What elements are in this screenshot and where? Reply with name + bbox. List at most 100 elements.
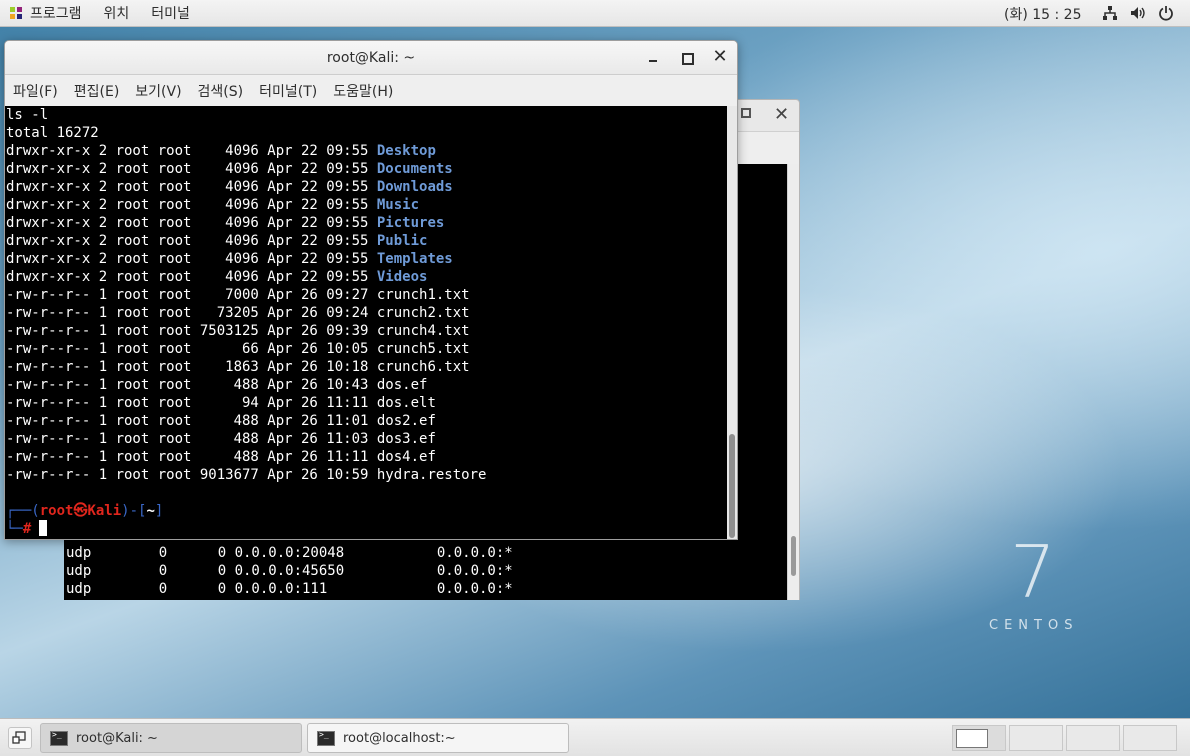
entry-metadata: -rw-r--r-- 1 root root 66 Apr 26 10:05 [6, 341, 377, 357]
directory-entry: drwxr-xr-x 2 root root 4096 Apr 22 09:55… [6, 196, 419, 214]
places-label: 위치 [103, 6, 130, 22]
entry-metadata: -rw-r--r-- 1 root root 1863 Apr 26 10:18 [6, 359, 377, 375]
show-desktop-icon [12, 731, 26, 744]
file-name: hydra.restore [376, 467, 487, 483]
directory-entry: drwxr-xr-x 2 root root 4096 Apr 22 09:55… [6, 160, 453, 178]
taskbar-item-kali-terminal[interactable]: root@Kali: ~ [40, 723, 302, 753]
directory-name: Pictures [376, 215, 445, 231]
background-scrollbar-thumb[interactable] [791, 536, 796, 576]
directory-entry: drwxr-xr-x 2 root root 4096 Apr 22 09:55… [6, 232, 427, 250]
directory-name: Desktop [376, 143, 436, 159]
terminal-total-line: total 16272 [6, 125, 99, 141]
entry-metadata: drwxr-xr-x 2 root root 4096 Apr 22 09:55 [6, 161, 377, 177]
background-terminal-line: udp 0 0 0.0.0.0:20048 0.0.0.0:* [66, 545, 513, 561]
menu-help[interactable]: 도움말(H) [329, 81, 397, 101]
directory-name: Documents [376, 161, 453, 177]
file-entry: -rw-r--r-- 1 root root 488 Apr 26 11:11 … [6, 448, 436, 466]
directory-entry: drwxr-xr-x 2 root root 4096 Apr 22 09:55… [6, 178, 453, 196]
entry-metadata: -rw-r--r-- 1 root root 7503125 Apr 26 09… [6, 323, 377, 339]
file-name: dos.ef [376, 377, 428, 393]
directory-entry: drwxr-xr-x 2 root root 4096 Apr 22 09:55… [6, 250, 453, 268]
file-name: dos2.ef [376, 413, 436, 429]
prompt-frame-close: ] [154, 503, 164, 519]
directory-name: Templates [376, 251, 453, 267]
file-entry: -rw-r--r-- 1 root root 94 Apr 26 11:11 d… [6, 394, 436, 412]
terminal-app-label: 터미널 [151, 6, 190, 22]
taskbar-item-label: root@localhost:~ [343, 730, 456, 746]
file-name: crunch2.txt [376, 305, 470, 321]
window-menubar: 파일(F) 편집(E) 보기(V) 검색(S) 터미널(T) 도움말(H) [5, 76, 737, 106]
entry-metadata: -rw-r--r-- 1 root root 9013677 Apr 26 10… [6, 467, 377, 483]
background-maximize-icon[interactable] [741, 108, 751, 118]
terminal-scrollbar-thumb[interactable] [729, 434, 735, 538]
text-cursor [39, 520, 48, 536]
volume-icon[interactable] [1130, 5, 1146, 21]
menu-view[interactable]: 보기(V) [131, 81, 185, 101]
menu-terminal[interactable]: 터미널(T) [255, 81, 321, 101]
window-title: root@Kali: ~ [326, 50, 416, 66]
prompt-frame-open: ┌──( [6, 503, 40, 519]
close-button[interactable]: ✕ [709, 46, 731, 68]
file-name: crunch4.txt [376, 323, 470, 339]
file-name: dos4.ef [376, 449, 436, 465]
power-icon[interactable] [1158, 5, 1174, 21]
entry-metadata: drwxr-xr-x 2 root root 4096 Apr 22 09:55 [6, 215, 377, 231]
applications-menu[interactable]: 프로그램 [8, 0, 82, 27]
terminal-window[interactable]: root@Kali: ~ ✕ 파일(F) 편집(E) 보기(V) 검색(S) 터… [4, 40, 738, 540]
directory-name: Videos [376, 269, 428, 285]
workspace-1[interactable] [952, 725, 1006, 751]
entry-metadata: drwxr-xr-x 2 root root 4096 Apr 22 09:55 [6, 143, 377, 159]
clock[interactable]: (화) 15 : 25 [1004, 0, 1082, 27]
terminal-output[interactable]: ls -l total 16272 drwxr-xr-x 2 root root… [5, 106, 727, 539]
entry-metadata: drwxr-xr-x 2 root root 4096 Apr 22 09:55 [6, 269, 377, 285]
show-desktop-button[interactable] [8, 727, 32, 749]
workspace-3[interactable] [1066, 725, 1120, 751]
taskbar-item-localhost-terminal[interactable]: root@localhost:~ [307, 723, 569, 753]
workspace-2[interactable] [1009, 725, 1063, 751]
prompt-frame-mid: )-[ [121, 503, 147, 519]
places-menu[interactable]: 위치 [104, 0, 130, 27]
entry-metadata: drwxr-xr-x 2 root root 4096 Apr 22 09:55 [6, 251, 377, 267]
bottom-taskbar: root@Kali: ~ root@localhost:~ [0, 718, 1190, 756]
menu-edit[interactable]: 편집(E) [70, 81, 124, 101]
applications-label: 프로그램 [30, 6, 82, 22]
prompt-line-1: ┌──(root㉿Kali)-[~] [6, 502, 163, 520]
terminal-scrollbar[interactable] [727, 106, 737, 539]
file-name: crunch5.txt [376, 341, 470, 357]
maximize-button[interactable] [678, 47, 698, 67]
terminal-icon [317, 730, 335, 746]
prompt-frame-bottom: └─ [6, 521, 23, 537]
terminal-command-line: ls -l [6, 107, 49, 123]
background-scrollbar[interactable] [787, 164, 799, 600]
menu-file[interactable]: 파일(F) [9, 81, 62, 101]
window-titlebar[interactable]: root@Kali: ~ ✕ [5, 41, 737, 75]
prompt-at-symbol: ㉿ [73, 503, 88, 519]
prompt-path: ~ [146, 503, 155, 519]
background-close-icon[interactable]: ✕ [774, 104, 789, 125]
minimize-button[interactable] [645, 47, 665, 67]
network-icon[interactable] [1102, 5, 1118, 21]
file-name: dos3.ef [376, 431, 436, 447]
prompt-symbol: # [22, 521, 32, 537]
file-entry: -rw-r--r-- 1 root root 488 Apr 26 10:43 … [6, 376, 427, 394]
entry-metadata: -rw-r--r-- 1 root root 488 Apr 26 11:01 [6, 413, 377, 429]
file-entry: -rw-r--r-- 1 root root 66 Apr 26 10:05 c… [6, 340, 470, 358]
entry-metadata: -rw-r--r-- 1 root root 488 Apr 26 10:43 [6, 377, 377, 393]
background-terminal-line: udp 0 0 0.0.0.0:45650 0.0.0.0:* [66, 563, 513, 579]
taskbar-item-label: root@Kali: ~ [76, 730, 158, 746]
workspace-4[interactable] [1123, 725, 1177, 751]
background-terminal-line: udp 0 0 0.0.0.0:111 0.0.0.0:* [66, 581, 513, 597]
entry-metadata: -rw-r--r-- 1 root root 73205 Apr 26 09:2… [6, 305, 377, 321]
file-name: crunch6.txt [376, 359, 470, 375]
file-entry: -rw-r--r-- 1 root root 9013677 Apr 26 10… [6, 466, 486, 484]
top-panel: 프로그램 위치 터미널 (화) 15 : 25 [0, 0, 1190, 27]
menu-search[interactable]: 검색(S) [194, 81, 248, 101]
terminal-icon [50, 730, 68, 746]
prompt-line-2[interactable]: └─# [6, 520, 48, 538]
entry-metadata: -rw-r--r-- 1 root root 488 Apr 26 11:11 [6, 449, 377, 465]
file-entry: -rw-r--r-- 1 root root 488 Apr 26 11:01 … [6, 412, 436, 430]
background-window-menubar [738, 131, 799, 164]
entry-metadata: -rw-r--r-- 1 root root 94 Apr 26 11:11 [6, 395, 377, 411]
terminal-app-menu[interactable]: 터미널 [151, 0, 190, 27]
background-terminal-area[interactable] [738, 164, 787, 600]
